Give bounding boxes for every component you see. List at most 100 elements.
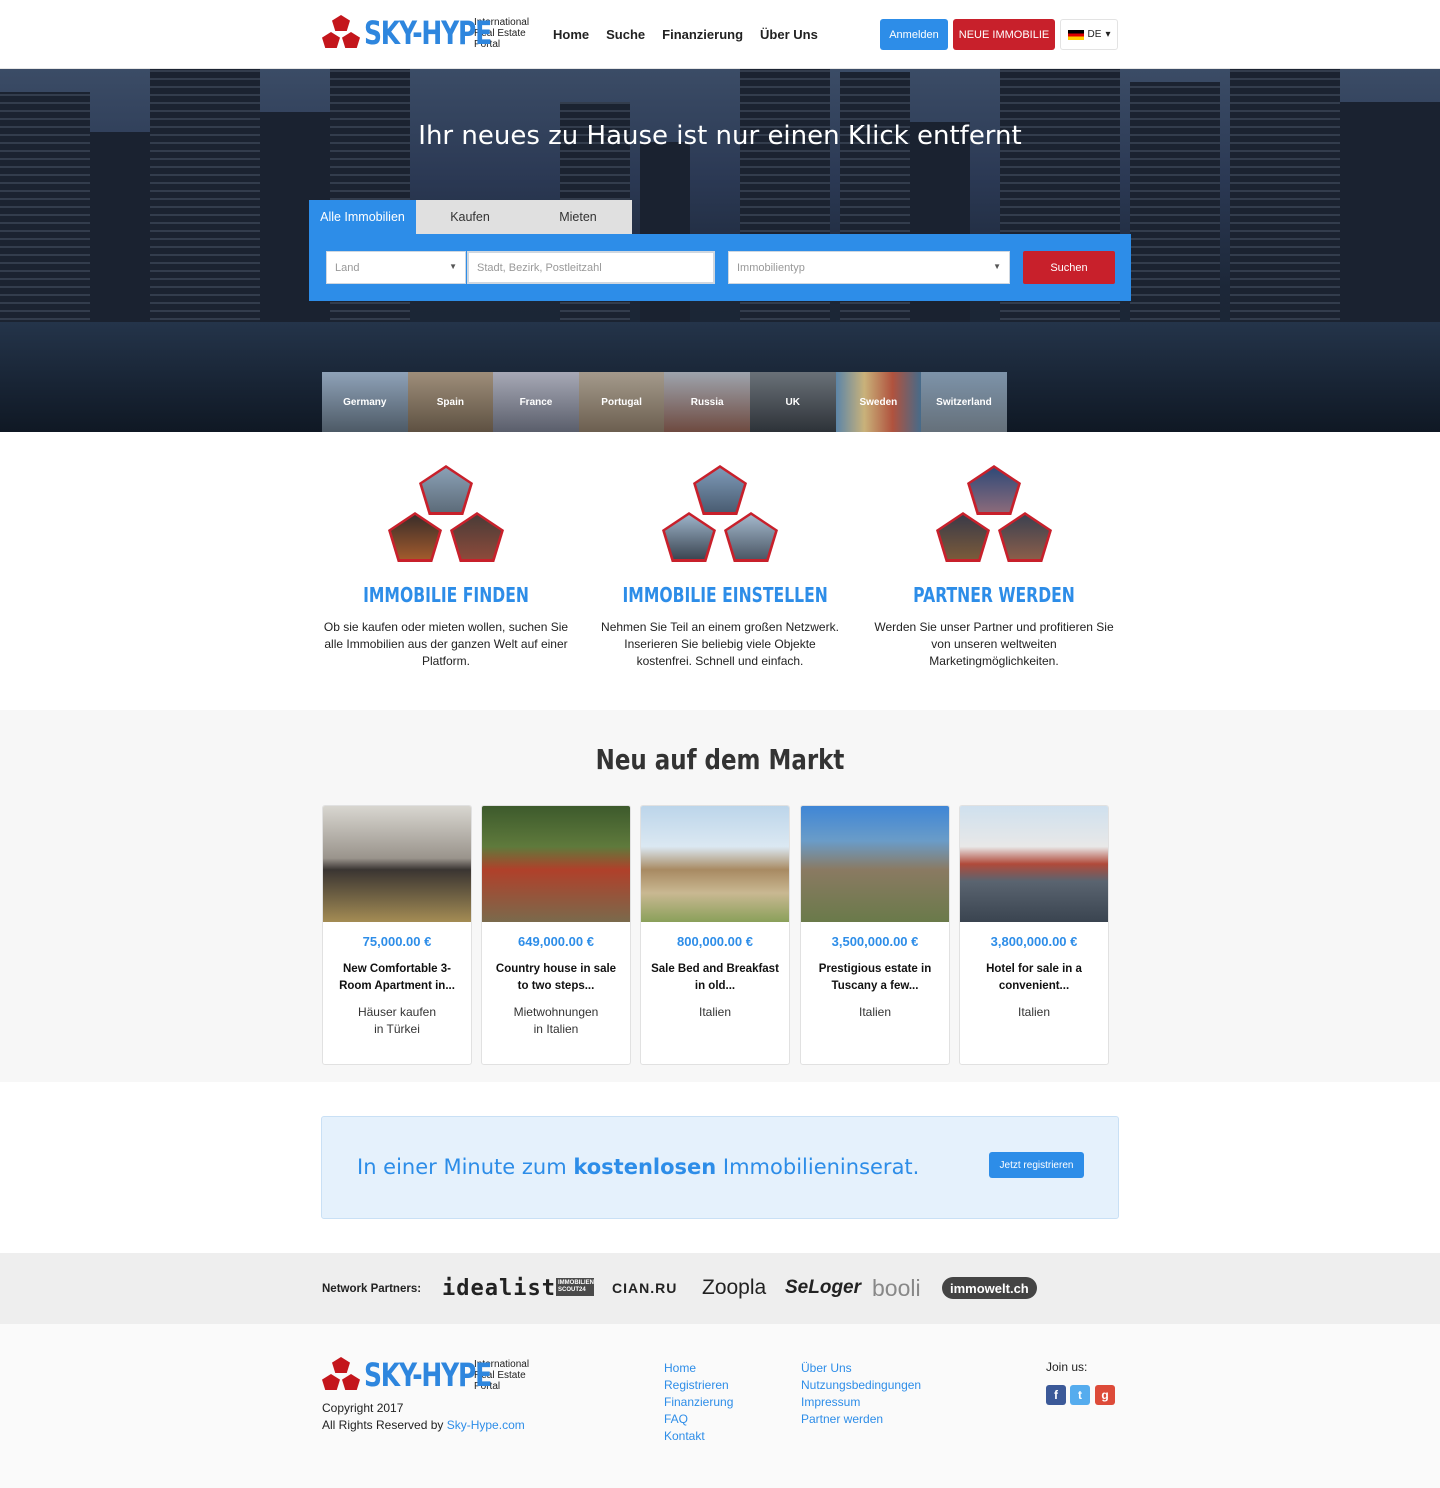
nav-financing[interactable]: Finanzierung [662,27,743,42]
tab-buy[interactable]: Kaufen [416,200,524,234]
feature-find: IMMOBILIE FINDEN Ob sie kaufen oder miet… [321,465,571,670]
footer-links-2: Über Uns Nutzungsbedingungen Impressum P… [801,1360,921,1428]
partner-logo-immowelt[interactable]: immowelt.ch [942,1277,1037,1299]
site-logo[interactable]: SKY-HYPE International Real Estate Portal [322,14,529,52]
listing-price: 800,000.00 € [677,934,753,949]
listing-card[interactable]: 800,000.00 € Sale Bed and Breakfast in o… [640,805,790,1065]
partner-logo-zoopla[interactable]: Zoopla [702,1275,766,1301]
listing-image [641,806,789,922]
nav-about[interactable]: Über Uns [760,27,818,42]
footer-link-partner[interactable]: Partner werden [801,1411,921,1428]
join-label: Join us: [1046,1360,1088,1374]
facebook-icon[interactable]: f [1046,1385,1066,1405]
nav-home[interactable]: Home [553,27,589,42]
country-spain[interactable]: Spain [407,372,494,432]
country-germany[interactable]: Germany [322,372,408,432]
country-portugal[interactable]: Portugal [578,372,665,432]
tab-rent[interactable]: Mieten [524,200,632,234]
country-sweden[interactable]: Sweden [835,372,922,432]
caret-down-icon: ▼ [449,262,457,271]
language-selector[interactable]: DE ▾ [1060,19,1118,50]
section-title: Neu auf dem Markt [595,743,845,776]
search-tabs: Alle Immobilien Kaufen Mieten [309,200,632,234]
feature-title: IMMOBILIE EINSTELLEN [622,583,828,607]
registration-banner: In einer Minute zum kostenlosen Immobili… [321,1116,1119,1219]
feature-title: IMMOBILIE FINDEN [363,583,529,607]
brand-name: SKY-HYPE [364,14,492,52]
search-form: Land ▼ Stadt, Bezirk, Postleitzahl Immobi… [309,234,1131,301]
footer-link-contact[interactable]: Kontakt [664,1428,733,1445]
footer-link-imprint[interactable]: Impressum [801,1394,921,1411]
footer-links-1: Home Registrieren Finanzierung FAQ Konta… [664,1360,733,1445]
tab-all-properties[interactable]: Alle Immobilien [309,200,416,234]
country-russia[interactable]: Russia [664,372,750,432]
nav-search[interactable]: Suche [606,27,645,42]
network-partners: Network Partners: idealista IMMOBILIEN S… [0,1253,1440,1324]
listing-image [801,806,949,922]
feature-text: Werden Sie unser Partner und profitieren… [874,620,1114,668]
partners-label: Network Partners: [322,1283,422,1295]
country-uk[interactable]: UK [749,372,836,432]
become-partner-icon [934,465,1054,573]
listing-image [482,806,630,922]
feature-title: PARTNER WERDEN [913,583,1075,607]
listing-title: Prestigious estate in Tuscany a few... [818,963,932,992]
listing-card[interactable]: 649,000.00 € Country house in sale to tw… [481,805,631,1065]
country-select[interactable]: Land ▼ [326,251,466,284]
caret-down-icon: ▾ [1105,29,1111,40]
login-button[interactable]: Anmelden [880,19,948,50]
feature-list: IMMOBILIE EINSTELLEN Nehmen Sie Teil an … [595,465,845,670]
site-link[interactable]: Sky-Hype.com [447,1418,525,1432]
logo-mark-icon [322,1357,360,1393]
listing-price: 75,000.00 € [362,934,432,949]
site-footer: SKY-HYPE International Real Estate Portal … [0,1324,1440,1488]
listing-image [323,806,471,922]
partner-logo-idealista[interactable]: idealista [442,1275,570,1301]
footer-logo[interactable]: SKY-HYPE International Real Estate Portal [322,1356,529,1394]
listing-title: Hotel for sale in a convenient... [986,963,1082,992]
listing-price: 3,800,000.00 € [990,934,1078,949]
location-input[interactable]: Stadt, Bezirk, Postleitzahl [467,251,715,284]
country-shortcuts: Germany Spain France Portugal Russia UK … [322,372,1007,432]
new-listings-section: Neu auf dem Markt 75,000.00 € New Comfor… [0,710,1440,1082]
language-code: DE [1087,29,1102,40]
listing-card[interactable]: 3,500,000.00 € Prestigious estate in Tus… [800,805,950,1065]
country-switzerland[interactable]: Switzerland [921,372,1007,432]
listing-location: Häuser kaufen in Türkei [357,1005,437,1036]
country-france[interactable]: France [493,372,579,432]
site-header: SKY-HYPE International Real Estate Portal … [0,0,1440,69]
google-plus-icon[interactable]: g [1095,1385,1115,1405]
footer-link-home[interactable]: Home [664,1360,733,1377]
register-button[interactable]: Jetzt registrieren [989,1152,1084,1178]
listing-title: Country house in sale to two steps... [495,963,617,992]
listing-title: New Comfortable 3-Room Apartment in... [339,963,455,992]
german-flag-icon [1067,29,1084,40]
footer-link-about[interactable]: Über Uns [801,1360,921,1377]
list-property-icon [660,465,780,573]
footer-link-register[interactable]: Registrieren [664,1377,733,1394]
listing-location: Italien [858,1005,892,1019]
listing-title: Sale Bed and Breakfast in old... [651,963,779,992]
partner-logo-cian[interactable]: CIAN.RU [612,1275,677,1301]
listing-price: 649,000.00 € [518,934,594,949]
copyright: Copyright 2017 All Rights Reserved by Sk… [322,1401,525,1432]
search-button[interactable]: Suchen [1023,251,1115,284]
new-property-button[interactable]: NEUE IMMOBILIE [953,19,1055,50]
footer-link-financing[interactable]: Finanzierung [664,1394,733,1411]
brand-name: SKY-HYPE [364,1356,492,1394]
footer-link-terms[interactable]: Nutzungsbedingungen [801,1377,921,1394]
partner-logo-seloger[interactable]: SeLoger [785,1275,861,1301]
listing-card[interactable]: 3,800,000.00 € Hotel for sale in a conve… [959,805,1109,1065]
main-nav: Home Suche Finanzierung Über Uns [553,27,818,42]
footer-link-faq[interactable]: FAQ [664,1411,733,1428]
listing-card[interactable]: 75,000.00 € New Comfortable 3-Room Apart… [322,805,472,1065]
find-property-icon [386,465,506,573]
listing-location: Mietwohnungen in Italien [513,1005,599,1036]
listing-image [960,806,1108,922]
twitter-icon[interactable]: t [1070,1385,1090,1405]
hero-section: Ihr neues zu Hause ist nur einen Klick e… [0,69,1440,432]
property-type-select[interactable]: Immobilientyp ▼ [728,251,1010,284]
caret-down-icon: ▼ [993,262,1001,271]
partner-logo-immoscout24[interactable]: IMMOBILIEN SCOUT24 [556,1278,594,1296]
partner-logo-booli[interactable]: booli [872,1275,921,1301]
